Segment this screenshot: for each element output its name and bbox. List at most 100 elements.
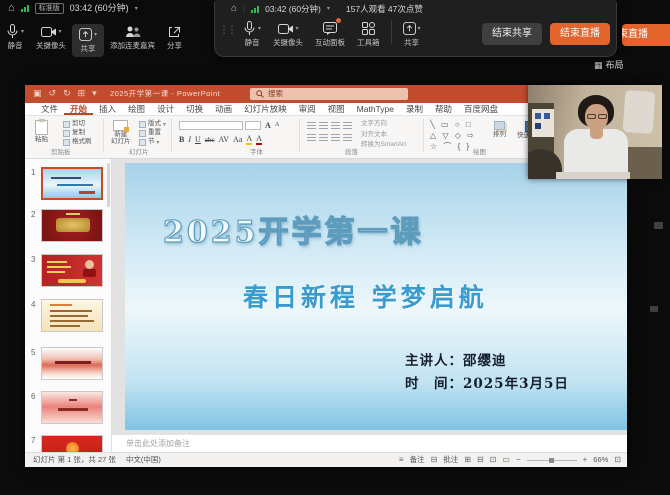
tab-transitions[interactable]: 切换 (180, 103, 209, 115)
slide-thumbnail-4[interactable] (41, 299, 103, 332)
layout-menu[interactable]: 版式 ▾ (139, 121, 166, 128)
underline-button[interactable]: U (195, 136, 201, 144)
forward-share-button[interactable]: 分享 (161, 24, 188, 57)
arrange-button[interactable]: 排列 (493, 121, 506, 139)
slide-thumbnail-5[interactable] (41, 347, 103, 380)
numbering-icon[interactable] (319, 122, 328, 129)
font-color-button[interactable]: A (256, 135, 262, 145)
tab-review[interactable]: 审阅 (293, 103, 322, 115)
qat-customize-icon[interactable]: ▾ (92, 89, 97, 98)
current-slide[interactable]: 2025开学第一课 春日新程 学梦启航 主讲人：邵缨迪 时 间：2025年3月5… (125, 163, 627, 430)
italic-button[interactable]: I (188, 136, 191, 144)
end-live-button[interactable]: 结束直播 (550, 23, 610, 45)
language-indicator[interactable]: 中文(中国) (126, 456, 161, 464)
share-screen-button[interactable]: ▾ 共享 (72, 24, 104, 57)
slideshow-icon[interactable]: ⊞ (78, 89, 86, 98)
toolbox-button[interactable]: 工具箱 (351, 21, 386, 47)
comments-toggle-icon[interactable]: ⊟ (431, 456, 438, 464)
zoom-out-icon[interactable]: − (516, 456, 521, 464)
undo-icon[interactable]: ↺ (49, 89, 57, 98)
reading-view-icon[interactable]: ⊡ (490, 456, 497, 464)
redo-icon[interactable]: ↻ (63, 89, 71, 98)
cut-button[interactable]: 剪切 (63, 121, 92, 128)
end-share-button[interactable]: 结束共享 (482, 23, 542, 45)
slide-thumbnail-2[interactable] (41, 209, 103, 242)
slide-sorter-icon[interactable]: ⊟ (477, 456, 484, 464)
align-right-icon[interactable] (331, 134, 340, 141)
font-name-input[interactable] (179, 121, 243, 130)
webcam-video[interactable] (528, 85, 662, 179)
drag-handle[interactable]: ⋮⋮ (219, 26, 235, 36)
fit-to-window-icon[interactable]: ⊡ (614, 456, 621, 464)
tab-design[interactable]: 设计 (151, 103, 180, 115)
bullets-icon[interactable] (307, 122, 316, 129)
tab-home[interactable]: 开始 (64, 103, 93, 115)
camera-off-button[interactable]: ▾ 关摄像头 (267, 21, 309, 47)
search-input[interactable]: 搜索 (250, 88, 408, 100)
thumbnail-scrollbar[interactable] (107, 163, 110, 207)
layout-button[interactable]: ▦ 布局 (594, 61, 624, 70)
slide-thumbnail-6[interactable] (41, 391, 103, 424)
save-icon[interactable]: ▣ (33, 89, 42, 98)
tab-animations[interactable]: 动画 (209, 103, 238, 115)
slide-thumbnail-1[interactable] (41, 167, 103, 200)
align-text-button[interactable]: 对齐文本 (361, 132, 406, 139)
zoom-slider-knob[interactable] (549, 458, 554, 463)
tab-help[interactable]: 帮助 (429, 103, 458, 115)
home-icon[interactable]: ⌂ (231, 4, 237, 14)
slide-thumbnail-3[interactable] (41, 254, 103, 287)
normal-view-icon[interactable]: ⊞ (464, 456, 471, 464)
tab-draw[interactable]: 绘图 (122, 103, 151, 115)
notes-pane[interactable]: 单击此处添加备注 (112, 434, 627, 452)
slide-thumbnail-7[interactable] (41, 435, 103, 452)
mute-button[interactable]: ▾ 静音 (237, 21, 267, 47)
shrink-font-button[interactable]: A (275, 122, 280, 129)
highlight-color-button[interactable]: A (246, 135, 252, 145)
slideshow-view-icon[interactable]: ▭ (502, 456, 510, 464)
zoom-slider[interactable] (527, 460, 577, 461)
notes-toggle[interactable]: 备注 (410, 456, 425, 464)
camera-off-button[interactable]: ▾ 关摄像头 (30, 24, 72, 57)
chevron-down-icon[interactable]: ▾ (135, 6, 138, 12)
zoom-level[interactable]: 66% (593, 456, 608, 464)
interaction-panel-button[interactable]: 互动面板 (309, 21, 351, 47)
outdent-icon[interactable] (343, 122, 352, 129)
format-painter-button[interactable]: 格式刷 (63, 139, 92, 146)
align-center-icon[interactable] (319, 134, 328, 141)
change-case-button[interactable]: Aa (233, 136, 242, 144)
comments-toggle[interactable]: 批注 (443, 456, 458, 464)
new-slide-button[interactable]: 新建 幻灯片 (111, 120, 131, 145)
end-live-button-underlying[interactable]: 结束直播 (622, 24, 670, 46)
share-screen-button[interactable]: ▾ 共享 (397, 21, 427, 47)
paste-button[interactable]: 粘贴 (35, 120, 48, 144)
copy-button[interactable]: 复制 (63, 130, 92, 137)
add-guest-button[interactable]: 添加连麦嘉宾 (104, 24, 161, 57)
tab-file[interactable]: 文件 (35, 103, 64, 115)
tab-mathtype[interactable]: MathType (351, 103, 400, 115)
section-menu[interactable]: 节 ▾ (139, 139, 166, 146)
font-size-input[interactable] (245, 121, 261, 130)
char-spacing-button[interactable]: AV (219, 136, 230, 144)
bold-button[interactable]: B (179, 136, 184, 144)
tab-baidu-netdisk[interactable]: 百度网盘 (458, 103, 504, 115)
tab-view[interactable]: 视图 (322, 103, 351, 115)
grow-font-button[interactable]: A (265, 122, 271, 130)
indent-icon[interactable] (331, 122, 340, 129)
mute-button[interactable]: ▾ 静音 (0, 24, 30, 57)
strikethrough-button[interactable]: abc (205, 137, 215, 144)
line-spacing-icon[interactable] (343, 134, 352, 141)
clipboard-group-label: 剪贴板 (51, 150, 71, 157)
home-icon[interactable]: ⌂ (8, 3, 15, 14)
reset-button[interactable]: 重置 (139, 130, 166, 137)
align-left-icon[interactable] (307, 134, 316, 141)
shapes-gallery[interactable]: ╲ ▭ ○ □ △ ▽ ◇ ⇨ ☆ ⌒ { } (430, 120, 476, 152)
chevron-down-icon[interactable]: ▾ (327, 6, 330, 12)
zoom-in-icon[interactable]: + (583, 456, 588, 464)
notes-toggle-icon[interactable]: ≡ (399, 456, 404, 464)
smartart-button[interactable]: 转换为SmartArt (361, 142, 406, 149)
tab-slideshow[interactable]: 幻灯片放映 (238, 103, 293, 115)
slide-editor-area: 2025开学第一课 春日新程 学梦启航 主讲人：邵缨迪 时 间：2025年3月5… (112, 159, 627, 434)
text-direction-button[interactable]: 文字方向 (361, 121, 406, 128)
tab-record[interactable]: 录制 (400, 103, 429, 115)
tab-insert[interactable]: 插入 (93, 103, 122, 115)
